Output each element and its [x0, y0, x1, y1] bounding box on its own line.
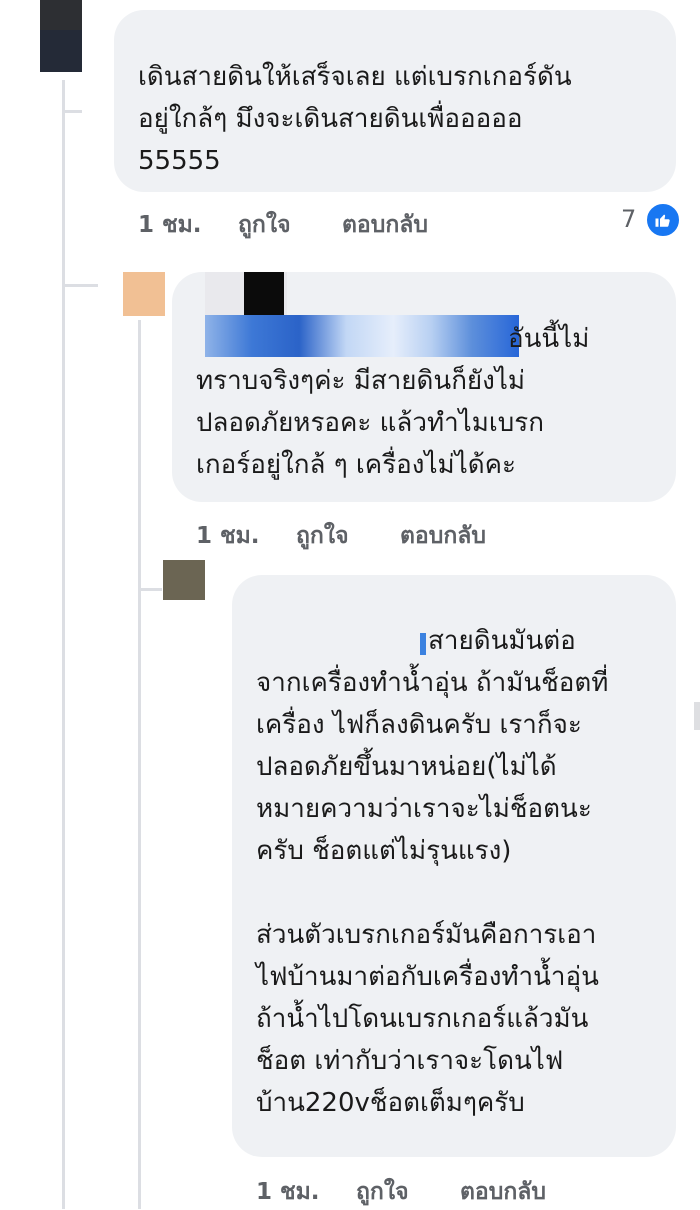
commenter-name-redacted[interactable] [244, 272, 284, 316]
like-button[interactable]: ถูกใจ [238, 207, 291, 243]
thread-line [62, 110, 82, 113]
avatar[interactable] [123, 272, 165, 316]
comment-text: เดินสายดินให้เสร็จเลย แต่เบรกเกอร์ดัน อย… [138, 62, 572, 176]
comment-time[interactable]: 1 ชม. [138, 207, 202, 243]
comment-text: อันนี้ไม่ ทราบจริงๆค่ะ มีสายดินก็ยังไม่ … [196, 324, 590, 480]
comment-actions: 1 ชม. ถูกใจ ตอบกลับ [256, 1174, 676, 1205]
comment-actions: 1 ชม. ถูกใจ ตอบกลับ [196, 518, 656, 549]
reply-button[interactable]: ตอบกลับ [460, 1174, 546, 1210]
like-button[interactable]: ถูกใจ [296, 518, 349, 554]
comment-actions: 1 ชม. ถูกใจ ตอบกลับ [138, 207, 658, 238]
thread-line [138, 588, 162, 591]
reply-button[interactable]: ตอบกลับ [342, 207, 428, 243]
like-button[interactable]: ถูกใจ [356, 1174, 409, 1210]
avatar[interactable] [163, 560, 205, 600]
reply-button[interactable]: ตอบกลับ [400, 518, 486, 554]
thumbs-up-icon[interactable] [645, 202, 681, 238]
reaction-count[interactable]: 7 [621, 205, 636, 233]
comment-text: สายดินมันต่อ จากเครื่องทำน้ำอุ่น ถ้ามันช… [256, 626, 609, 1118]
comment-time[interactable]: 1 ชม. [256, 1174, 320, 1210]
avatar[interactable] [40, 0, 82, 72]
comment-time[interactable]: 1 ชม. [196, 518, 260, 554]
scrollbar[interactable] [694, 702, 700, 730]
thread-line [62, 80, 65, 1209]
thread-line [138, 320, 141, 1209]
thread-line [62, 284, 98, 287]
